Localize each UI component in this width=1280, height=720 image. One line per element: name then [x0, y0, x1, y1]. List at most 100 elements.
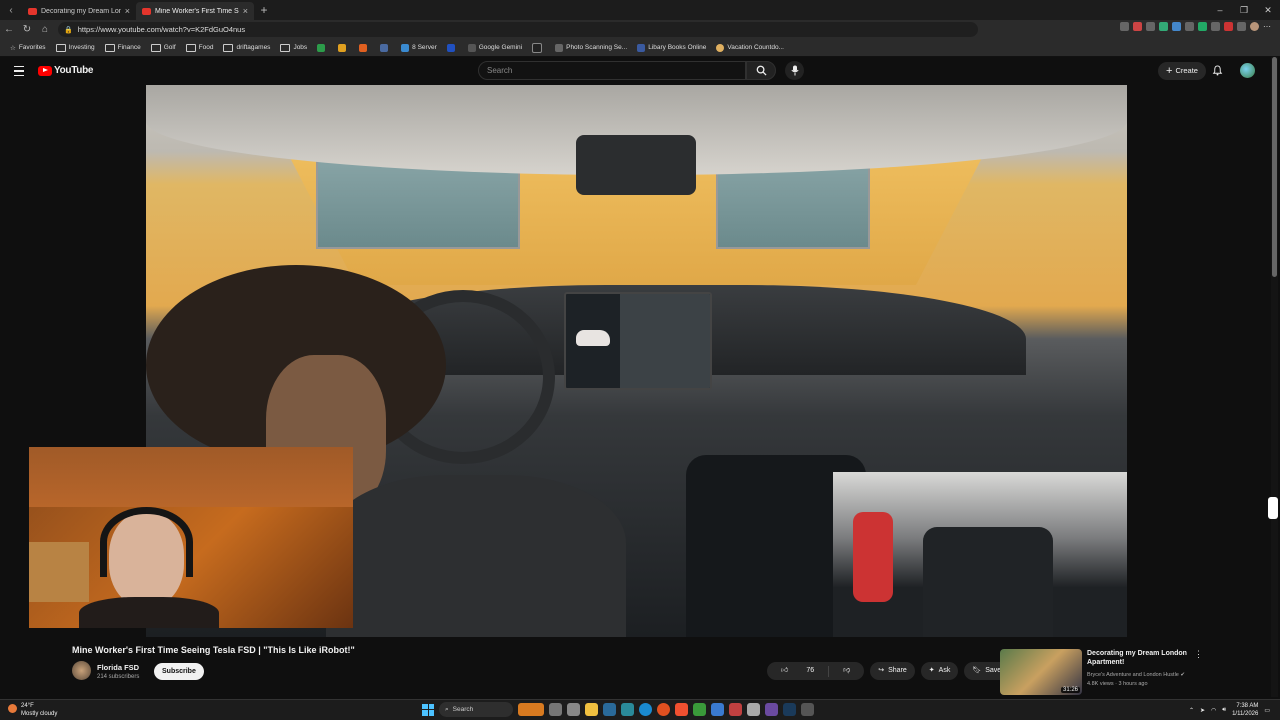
taskbar-app-icon[interactable] — [765, 703, 778, 716]
tab-actions-icon[interactable]: ‹ — [0, 0, 22, 20]
menu-dots-icon[interactable]: ⋯ — [1263, 22, 1272, 31]
extension-icon[interactable] — [1146, 22, 1155, 31]
new-tab-button[interactable]: + — [254, 3, 274, 17]
bookmark-icon-only[interactable] — [359, 43, 370, 52]
channel-name[interactable]: Florida FSD — [97, 663, 139, 672]
bookmark-google-gemini[interactable]: Google Gemini — [467, 43, 523, 52]
bookmark-favorites[interactable]: ☆ Favorites — [10, 44, 46, 52]
close-tab-icon[interactable]: × — [243, 6, 248, 16]
youtube-logo[interactable]: YouTube — [38, 65, 94, 76]
ask-button[interactable]: ✦ Ask — [920, 662, 959, 680]
site-icon — [338, 43, 347, 52]
recommended-title[interactable]: Decorating my Dream London Apartment! — [1087, 649, 1187, 667]
close-tab-icon[interactable]: × — [125, 6, 130, 16]
bookmark-jobs[interactable]: Jobs — [280, 43, 307, 52]
bookmark-library-books[interactable]: Libary Books Online — [637, 43, 706, 52]
extension-icon[interactable] — [1185, 22, 1194, 31]
taskbar-app-icon[interactable] — [621, 703, 634, 716]
subscribe-button[interactable]: Subscribe — [154, 663, 204, 680]
close-window-icon[interactable]: ✕ — [1256, 0, 1280, 20]
tab-decorating[interactable]: Decorating my Dream London Ap × — [22, 2, 136, 20]
video-scene-mirror — [576, 135, 696, 195]
scrollbar-thumb[interactable] — [1272, 57, 1277, 277]
home-icon[interactable]: ⌂ — [36, 24, 54, 35]
settings-icon[interactable] — [567, 703, 580, 716]
site-icon — [317, 43, 326, 52]
create-button[interactable]: + Create — [1158, 62, 1206, 80]
bookmark-food[interactable]: Food — [185, 43, 213, 52]
bookmark-finance[interactable]: Finance — [104, 43, 141, 52]
extension-icon[interactable] — [1211, 22, 1220, 31]
weather-widget[interactable]: 24°F Mostly cloudy — [8, 702, 57, 718]
notifications-bell-icon[interactable] — [1212, 65, 1223, 76]
recommended-channel[interactable]: Bryce's Adventure and London Hustle ✔ — [1087, 672, 1185, 678]
extension-icon[interactable] — [1237, 22, 1246, 31]
edge-browser-icon[interactable] — [639, 703, 652, 716]
bookmark-8-server[interactable]: 8 Server — [401, 43, 437, 52]
search-button[interactable] — [746, 61, 776, 80]
bookmark-label: Google Gemini — [478, 44, 523, 51]
bookmark-icon-only[interactable] — [532, 42, 545, 53]
bookmark-icon-only[interactable] — [338, 43, 349, 52]
weather-condition: Mostly cloudy — [21, 711, 58, 717]
windows-start-icon[interactable] — [422, 703, 434, 716]
account-avatar[interactable] — [1240, 63, 1255, 78]
taskbar-app-icon[interactable] — [518, 703, 544, 716]
task-view-icon[interactable] — [549, 703, 562, 716]
search-input[interactable]: Search — [478, 61, 746, 80]
steam-icon[interactable] — [783, 703, 796, 716]
brave-browser-icon[interactable] — [675, 703, 688, 716]
url-field[interactable]: 🔒 https://www.youtube.com/watch?v=K2FdGu… — [58, 22, 978, 37]
wifi-icon[interactable]: ◠ — [1211, 707, 1216, 714]
site-icon — [380, 43, 389, 52]
search-icon: ⌕ — [445, 706, 449, 713]
share-button[interactable]: ↪ Share — [870, 662, 915, 680]
profile-icon[interactable] — [1250, 22, 1259, 31]
taskbar-app-icon[interactable] — [801, 703, 814, 716]
bookmark-investing[interactable]: Investing — [55, 43, 95, 52]
side-panel-extension-icon[interactable] — [1268, 497, 1278, 519]
taskbar-app-icon[interactable] — [729, 703, 742, 716]
recommended-thumbnail[interactable]: 31:26 — [1000, 649, 1082, 695]
page-scrollbar[interactable] — [1271, 57, 1278, 697]
bookmark-photo-scanning[interactable]: Photo Scanning Se... — [555, 43, 627, 52]
like-count: 76 — [806, 667, 815, 674]
tab-mine-worker[interactable]: Mine Worker's First Time See × — [136, 2, 254, 20]
xbox-icon[interactable] — [693, 703, 706, 716]
bookmark-vacation[interactable]: Vacation Countdo... — [716, 43, 784, 52]
clock[interactable]: 7:38 AM 1/11/2026 — [1232, 702, 1258, 718]
bookmark-icon-only[interactable] — [446, 43, 458, 52]
firefox-icon[interactable] — [657, 703, 670, 716]
extension-icon[interactable] — [1120, 22, 1129, 31]
taskbar-app-icon[interactable] — [747, 703, 760, 716]
dislike-button[interactable]: 👎︎ — [829, 662, 864, 680]
bookmark-icon-only[interactable] — [380, 43, 391, 52]
minimize-icon[interactable]: – — [1208, 0, 1232, 20]
extension-icon[interactable] — [1159, 22, 1168, 31]
bookmark-driftagames[interactable]: driftagames — [223, 43, 270, 52]
taskbar-app-icon[interactable] — [603, 703, 616, 716]
refresh-icon[interactable]: ↻ — [18, 24, 36, 35]
extension-icon[interactable] — [1172, 22, 1181, 31]
location-icon[interactable]: ➤ — [1200, 707, 1205, 714]
extension-icon[interactable] — [1198, 22, 1207, 31]
extension-icon[interactable] — [1133, 22, 1142, 31]
bookmark-label: Golf — [163, 44, 176, 51]
voice-search-button[interactable] — [785, 61, 804, 80]
extension-icon[interactable] — [1224, 22, 1233, 31]
recommended-more-icon[interactable]: ⋮ — [1194, 649, 1203, 660]
like-button[interactable]: 👍︎ 76 — [767, 662, 828, 680]
channel-avatar[interactable] — [72, 661, 91, 680]
taskbar-app-icon[interactable] — [711, 703, 724, 716]
volume-icon[interactable]: 🔊︎ — [1222, 707, 1226, 714]
share-icon: ↪ — [878, 667, 885, 674]
bookmark-icon-only[interactable] — [317, 43, 328, 52]
bookmark-golf[interactable]: Golf — [150, 43, 176, 52]
taskbar-search[interactable]: ⌕ Search — [439, 702, 513, 717]
menu-icon[interactable] — [14, 66, 24, 76]
chevron-up-icon[interactable]: ⌃ — [1189, 707, 1194, 714]
back-icon[interactable]: ← — [0, 24, 18, 35]
notification-icon[interactable]: ▭ — [1264, 707, 1270, 714]
file-explorer-icon[interactable] — [585, 703, 598, 716]
maximize-icon[interactable]: ❐ — [1232, 0, 1256, 20]
